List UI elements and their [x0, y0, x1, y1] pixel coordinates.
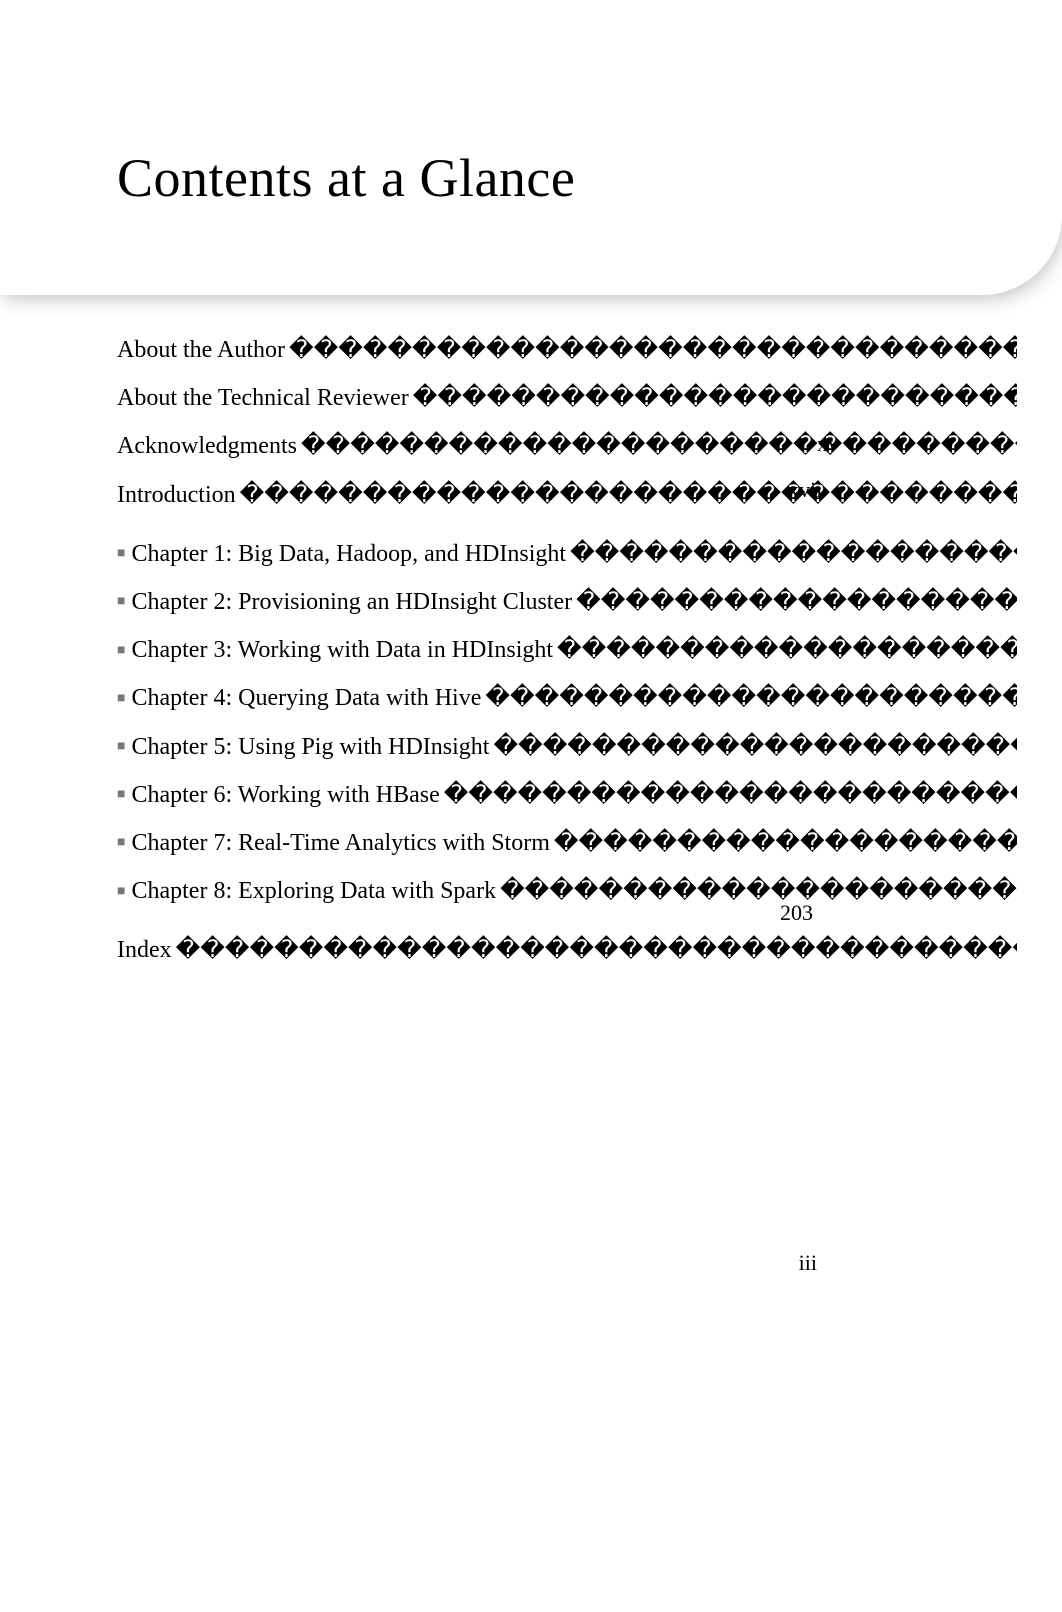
leader-dots: ����������������������������������������…: [176, 935, 1017, 966]
leader-dots: ����������������������������������������…: [500, 876, 1017, 907]
back-matter-section: Index ����������������������������������…: [117, 935, 1017, 966]
toc-entry-chapter-6: ■ Chapter 6: Working with HBase ��������…: [117, 780, 1017, 811]
toc-entry-chapter-8: ■ Chapter 8: Exploring Data with Spark �…: [117, 876, 1017, 907]
square-bullet-icon: ■: [117, 883, 125, 901]
leader-dots: ����������������������������������������…: [570, 539, 1017, 570]
leader-dots: ����������������������������������������…: [301, 431, 1017, 462]
square-bullet-icon: ■: [117, 834, 125, 852]
toc-entry-acknowledgments: Acknowledgments ������������������������…: [117, 431, 1017, 462]
leader-dots: ����������������������������������������…: [493, 732, 1017, 763]
toc-entry-introduction: Introduction ���������������������������…: [117, 480, 1017, 511]
leader-dots: ����������������������������������������…: [240, 480, 1017, 511]
page-number: iii: [799, 1250, 817, 1276]
leader-dots: ����������������������������������������…: [289, 335, 1017, 366]
toc-title: Chapter 4: Querying Data with Hive: [131, 683, 481, 714]
toc-title: Chapter 5: Using Pig with HDInsight: [131, 732, 489, 763]
page-ref-index: 203: [780, 900, 813, 926]
page-ref-acknowledgments: xv: [817, 431, 839, 457]
toc-title: Introduction: [117, 480, 236, 511]
square-bullet-icon: ■: [117, 786, 125, 804]
toc-title: About the Author: [117, 335, 285, 366]
toc-title: Chapter 3: Working with Data in HDInsigh…: [131, 635, 553, 666]
toc-entry-chapter-1: ■ Chapter 1: Big Data, Hadoop, and HDIns…: [117, 539, 1017, 570]
toc-content: About the Author �����������������������…: [117, 335, 1017, 983]
leader-dots: ����������������������������������������…: [444, 780, 1017, 811]
toc-title: Chapter 7: Real-Time Analytics with Stor…: [131, 828, 549, 859]
square-bullet-icon: ■: [117, 545, 125, 563]
leader-dots: ����������������������������������������…: [576, 587, 1017, 618]
toc-title: About the Technical Reviewer: [117, 383, 409, 414]
toc-entry-chapter-2: ■ Chapter 2: Provisioning an HDInsight C…: [117, 587, 1017, 618]
square-bullet-icon: ■: [117, 642, 125, 660]
toc-entry-chapter-5: ■ Chapter 5: Using Pig with HDInsight ��…: [117, 732, 1017, 763]
square-bullet-icon: ■: [117, 738, 125, 756]
leader-dots: ����������������������������������������…: [557, 635, 1017, 666]
toc-entry-about-reviewer: About the Technical Reviewer �����������…: [117, 383, 1017, 414]
toc-entry-chapter-3: ■ Chapter 3: Working with Data in HDInsi…: [117, 635, 1017, 666]
toc-title: Chapter 6: Working with HBase: [131, 780, 439, 811]
leader-dots: ����������������������������������������…: [413, 383, 1017, 414]
square-bullet-icon: ■: [117, 690, 125, 708]
toc-title: Chapter 2: Provisioning an HDInsight Clu…: [131, 587, 572, 618]
header-box: Contents at a Glance: [0, 0, 1062, 295]
toc-entry-about-author: About the Author �����������������������…: [117, 335, 1017, 366]
page-title: Contents at a Glance: [117, 147, 575, 209]
toc-entry-chapter-7: ■ Chapter 7: Real-Time Analytics with St…: [117, 828, 1017, 859]
front-matter-section: About the Author �����������������������…: [117, 335, 1017, 511]
toc-title: Acknowledgments: [117, 431, 297, 462]
page-ref-introduction: xvii: [788, 477, 822, 503]
leader-dots: ����������������������������������������…: [485, 683, 1017, 714]
toc-entry-chapter-4: ■ Chapter 4: Querying Data with Hive ���…: [117, 683, 1017, 714]
toc-entry-index: Index ����������������������������������…: [117, 935, 1017, 966]
square-bullet-icon: ■: [117, 593, 125, 611]
toc-title: Index: [117, 935, 172, 966]
toc-title: Chapter 1: Big Data, Hadoop, and HDInsig…: [131, 539, 566, 570]
leader-dots: ����������������������������������������…: [554, 828, 1017, 859]
chapters-section: ■ Chapter 1: Big Data, Hadoop, and HDIns…: [117, 539, 1017, 908]
toc-title: Chapter 8: Exploring Data with Spark: [131, 876, 496, 907]
